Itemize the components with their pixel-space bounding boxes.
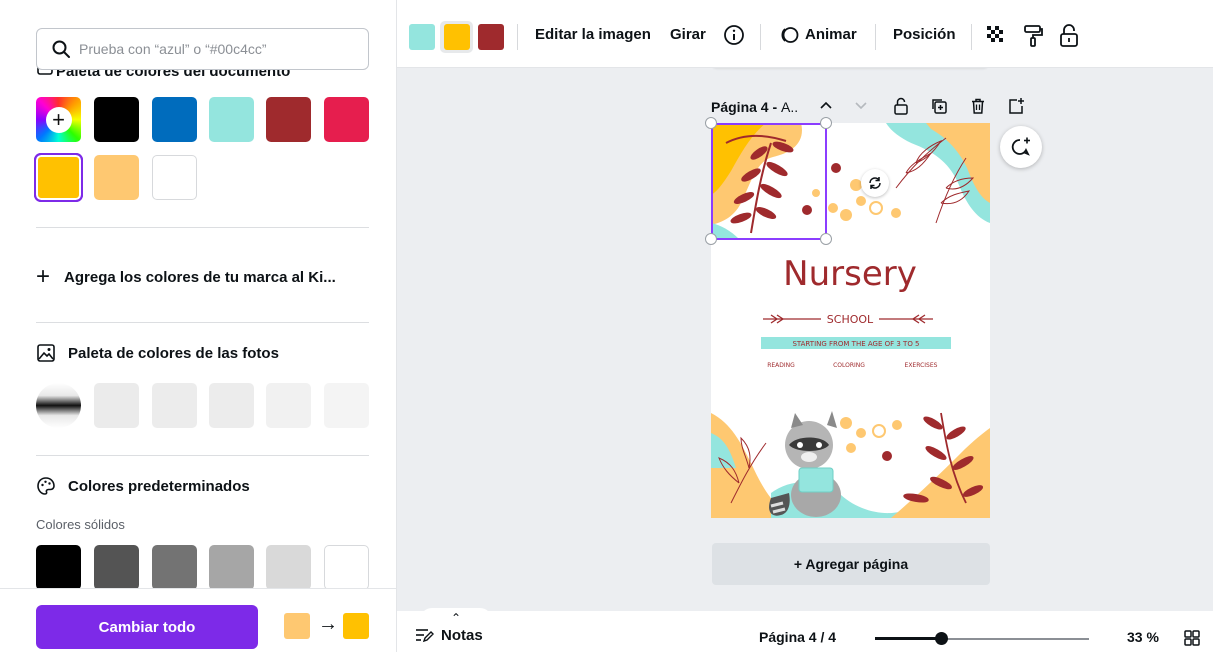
default-colors-title-text: Colores predeterminados	[68, 477, 250, 495]
collapse-panel-tab[interactable]: ⌃	[420, 608, 492, 628]
chevron-up-icon: ⌃	[450, 611, 462, 625]
paint-roller-icon[interactable]	[1022, 24, 1044, 53]
add-page-icon[interactable]	[1007, 97, 1025, 118]
color-panel: Paleta de colores del documento + + Agre…	[0, 0, 397, 652]
toolbar-divider	[760, 24, 761, 50]
arrow-right-icon: →	[318, 613, 338, 635]
search-icon	[52, 40, 70, 58]
default-color-swatch[interactable]	[36, 545, 81, 590]
photo-color-swatch[interactable]	[209, 383, 254, 428]
page-indicator[interactable]: Página 4 / 4	[759, 629, 836, 645]
default-colors-title: Colores predeterminados	[36, 476, 250, 496]
design-activity-2: COLORING	[833, 362, 865, 369]
photo-color-swatch[interactable]	[324, 383, 369, 428]
zoom-level[interactable]: 33 %	[1127, 629, 1159, 645]
page-header: Página 4 - A..	[711, 95, 1041, 119]
notes-icon	[416, 629, 434, 643]
resize-handle-bottom-right[interactable]	[820, 233, 832, 245]
grid-view-icon[interactable]	[1183, 629, 1201, 652]
rotate-handle[interactable]	[861, 169, 889, 197]
default-color-swatch[interactable]	[324, 545, 369, 590]
default-color-swatch[interactable]	[94, 545, 139, 590]
page-title[interactable]: Página 4 - A..	[711, 99, 798, 115]
color-search[interactable]	[36, 28, 369, 70]
photo-color-swatch[interactable]	[266, 383, 311, 428]
photo-color-swatch[interactable]	[152, 383, 197, 428]
canvas-area[interactable]: Página 4 - A.. Nursery SCHOOL STARTING F…	[397, 68, 1213, 611]
animate-icon	[778, 24, 800, 51]
animate-button[interactable]: Animar	[805, 26, 857, 43]
doc-color-swatch[interactable]	[152, 97, 197, 142]
solid-colors-label: Colores sólidos	[36, 517, 125, 532]
editor-footer: Notas Página 4 / 4 33 %	[397, 620, 1213, 652]
edit-image-button[interactable]: Editar la imagen	[535, 26, 651, 43]
plus-icon: +	[45, 106, 72, 133]
chevron-down-icon[interactable]	[853, 97, 869, 116]
design-headline: Nursery	[783, 254, 917, 294]
selection-box[interactable]	[711, 123, 827, 240]
add-page-button[interactable]: + Agregar página	[712, 543, 990, 585]
doc-color-swatch[interactable]	[209, 97, 254, 142]
rotate-button[interactable]: Girar	[670, 26, 706, 43]
resize-handle-top-right[interactable]	[820, 117, 832, 129]
lock-icon[interactable]	[1058, 24, 1080, 53]
default-color-swatch[interactable]	[152, 545, 197, 590]
transparency-icon[interactable]	[985, 24, 1007, 51]
default-color-swatch[interactable]	[266, 545, 311, 590]
toolbar-color-swatch[interactable]	[409, 24, 435, 50]
photo-palette-title: Paleta de colores de las fotos	[36, 343, 279, 363]
position-button[interactable]: Posición	[893, 26, 956, 43]
toolbar-color-swatch-selected[interactable]	[444, 24, 470, 50]
toolbar-divider	[517, 24, 518, 50]
page-title-suffix: A..	[781, 99, 799, 115]
design-subheadline: SCHOOL	[827, 313, 874, 326]
comment-add-icon	[1011, 137, 1030, 156]
chevron-up-icon[interactable]	[818, 97, 834, 116]
resize-handle-bottom-left[interactable]	[705, 233, 717, 245]
photo-color-swatch[interactable]	[94, 383, 139, 428]
doc-color-swatch[interactable]	[152, 155, 197, 200]
to-color-swatch	[343, 613, 369, 639]
search-input[interactable]	[79, 41, 349, 57]
toolbar-divider	[971, 24, 972, 50]
palette-icon	[37, 477, 55, 495]
page-title-prefix: Página 4 -	[711, 99, 782, 115]
design-activity-1: READING	[767, 362, 795, 369]
notes-label: Notas	[441, 626, 483, 644]
divider	[36, 322, 369, 323]
photo-palette-title-text: Paleta de colores de las fotos	[68, 344, 279, 362]
doc-color-swatch[interactable]	[266, 97, 311, 142]
lock-page-icon[interactable]	[892, 97, 910, 118]
add-brand-colors-link[interactable]: + Agrega los colores de tu marca al Ki..…	[36, 265, 336, 289]
editor-toolbar: Editar la imagen Girar Animar Posición	[397, 0, 1213, 68]
brand-label: Agrega los colores de tu marca al Ki...	[64, 268, 336, 286]
duplicate-page-icon[interactable]	[930, 97, 948, 118]
change-all-bar: Cambiar todo →	[0, 588, 396, 652]
rotate-icon	[869, 177, 881, 189]
doc-color-swatch-selected[interactable]	[34, 153, 83, 202]
doc-color-swatch[interactable]	[94, 97, 139, 142]
zoom-slider-thumb[interactable]	[935, 632, 949, 645]
info-icon[interactable]	[723, 24, 745, 51]
default-color-swatch[interactable]	[209, 545, 254, 590]
doc-color-swatch[interactable]	[94, 155, 139, 200]
plus-icon: +	[36, 263, 51, 290]
divider	[36, 227, 369, 228]
zoom-slider-fill	[875, 637, 942, 640]
resize-handle-top-left[interactable]	[705, 117, 717, 129]
change-all-button[interactable]: Cambiar todo	[36, 605, 258, 649]
add-comment-button[interactable]	[1000, 126, 1042, 168]
delete-page-icon[interactable]	[969, 97, 987, 118]
toolbar-divider	[875, 24, 876, 50]
toolbar-color-swatch[interactable]	[478, 24, 504, 50]
notes-button[interactable]: Notas	[414, 626, 483, 644]
photo-thumbnail[interactable]	[36, 383, 81, 428]
add-color-button[interactable]: +	[36, 97, 81, 142]
doc-color-swatch[interactable]	[324, 97, 369, 142]
image-icon	[37, 344, 55, 362]
divider	[36, 455, 369, 456]
from-color-swatch	[284, 613, 310, 639]
design-banner: STARTING FROM THE AGE OF 3 TO 5	[792, 340, 919, 348]
design-activity-3: EXERCISES	[905, 362, 938, 369]
